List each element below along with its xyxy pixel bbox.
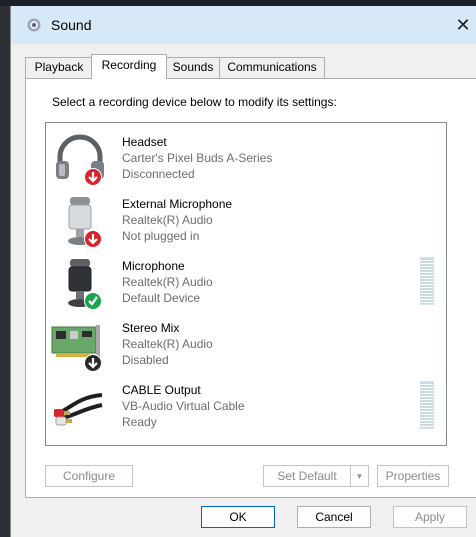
device-driver: Realtek(R) Audio — [122, 337, 213, 351]
device-name: External Microphone — [122, 197, 233, 211]
tab-playback[interactable]: Playback — [25, 57, 93, 78]
title-bar[interactable]: Sound ✕ — [11, 6, 476, 44]
device-status: Default Device — [122, 291, 201, 305]
device-name: Microphone — [122, 259, 185, 273]
chevron-down-icon[interactable]: ▾ — [350, 466, 368, 486]
device-status: Disabled — [122, 353, 169, 367]
device-list[interactable]: Headset Carter's Pixel Buds A-Series Dis… — [45, 122, 447, 446]
device-name: Headset — [122, 135, 167, 149]
device-status: Not plugged in — [122, 229, 200, 243]
list-item-headset[interactable]: Headset Carter's Pixel Buds A-Series Dis… — [48, 129, 444, 191]
list-item-microphone[interactable]: Microphone Realtek(R) Audio Default Devi… — [48, 253, 444, 315]
apply-button[interactable]: Apply — [393, 506, 467, 528]
device-status: Ready — [122, 415, 157, 429]
cancel-button[interactable]: Cancel — [297, 506, 371, 528]
sound-dialog: Sound ✕ Playback Recording Sounds Commun… — [10, 6, 476, 537]
recording-panel: Select a recording device below to modif… — [25, 78, 476, 498]
headset-icon — [56, 134, 104, 186]
ok-button[interactable]: OK — [201, 506, 275, 528]
speaker-icon — [27, 18, 41, 32]
device-driver: Carter's Pixel Buds A-Series — [122, 151, 273, 165]
external-microphone-icon — [68, 197, 102, 248]
device-name: Stereo Mix — [122, 321, 180, 335]
list-item-cable-output[interactable]: CABLE Output VB-Audio Virtual Cable Read… — [48, 377, 444, 439]
device-name: CABLE Output — [122, 383, 201, 397]
list-item-external-microphone[interactable]: External Microphone Realtek(R) Audio Not… — [48, 191, 444, 253]
window-title: Sound — [51, 17, 92, 33]
configure-button[interactable]: Configure — [45, 465, 133, 487]
list-item-stereo-mix[interactable]: Stereo Mix Realtek(R) Audio Disabled — [48, 315, 444, 377]
device-driver: Realtek(R) Audio — [122, 213, 213, 227]
sound-card-icon — [51, 325, 102, 372]
device-status: Disconnected — [122, 167, 195, 181]
microphone-icon — [68, 259, 102, 310]
rca-cable-icon — [54, 393, 103, 426]
level-meter — [420, 381, 434, 429]
properties-button[interactable]: Properties — [377, 465, 449, 487]
set-default-label: Set Default — [277, 469, 337, 483]
set-default-button[interactable]: Set Default ▾ — [263, 465, 369, 487]
tab-recording[interactable]: Recording — [91, 54, 167, 79]
panel-caption: Select a recording device below to modif… — [52, 95, 337, 109]
level-meter — [420, 257, 434, 305]
device-driver: Realtek(R) Audio — [122, 275, 213, 289]
close-icon: ✕ — [455, 14, 471, 35]
device-driver: VB-Audio Virtual Cable — [122, 399, 245, 413]
close-button[interactable]: ✕ — [449, 6, 476, 44]
tab-communications[interactable]: Communications — [219, 57, 325, 78]
tab-sounds[interactable]: Sounds — [166, 57, 220, 78]
